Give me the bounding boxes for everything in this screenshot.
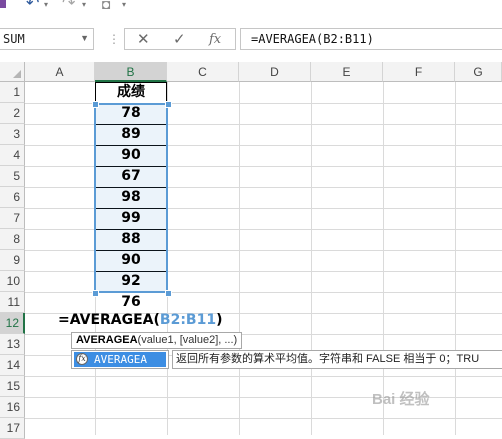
row-header-8[interactable]: 8	[0, 229, 25, 250]
autocomplete-item-averagea[interactable]: fx AVERAGEA	[74, 352, 166, 367]
quick-access-toolbar: ↶ ▾ ↷ ▾ ◘ ▾	[0, 0, 502, 14]
cancel-icon[interactable]: ✕	[137, 30, 150, 48]
cell-b11[interactable]: 76	[96, 292, 166, 313]
name-box-value: SUM	[3, 32, 25, 46]
autocomplete-item-label: AVERAGEA	[94, 353, 147, 366]
edit-formula-reference: B2:B11	[159, 312, 217, 328]
row-header-17[interactable]: 17	[0, 418, 25, 439]
cell-edit-formula[interactable]: =AVERAGEA(B2:B11)	[58, 311, 223, 329]
save-icon[interactable]	[0, 0, 6, 8]
watermark: Bai 经验	[372, 391, 430, 408]
row-header-9[interactable]: 9	[0, 250, 25, 271]
redo-dropdown-icon[interactable]: ▾	[82, 0, 86, 9]
tooltip-arguments: (value1, [value2], ...)	[137, 334, 238, 346]
row-header-1[interactable]: 1	[0, 82, 25, 103]
column-header-g[interactable]: G	[455, 62, 502, 82]
cell-b7[interactable]: 99	[96, 208, 166, 229]
grip-icon[interactable]: ⋮	[108, 32, 120, 46]
row-header-15[interactable]: 15	[0, 376, 25, 397]
undo-icon[interactable]: ↶	[26, 0, 39, 14]
customize-dropdown-icon[interactable]: ▾	[122, 0, 126, 9]
row-header-5[interactable]: 5	[0, 166, 25, 187]
cell-b3[interactable]: 89	[96, 124, 166, 145]
range-handle[interactable]	[165, 101, 172, 108]
select-all-icon	[13, 70, 21, 78]
row-header-4[interactable]: 4	[0, 145, 25, 166]
cell-b4[interactable]: 90	[96, 145, 166, 166]
undo-dropdown-icon[interactable]: ▾	[44, 0, 48, 9]
row-header-12[interactable]: 12	[0, 313, 25, 334]
function-autocomplete-list: fx AVERAGEA	[71, 350, 169, 369]
row-header-3[interactable]: 3	[0, 124, 25, 145]
range-handle[interactable]	[165, 290, 172, 297]
function-description-tooltip: 返回所有参数的算术平均值。字符串和 FALSE 相当于 0；TRU	[172, 350, 502, 369]
row-header-10[interactable]: 10	[0, 271, 25, 292]
cell-b8[interactable]: 88	[96, 229, 166, 250]
formula-input[interactable]: =AVERAGEA(B2:B11)	[240, 28, 502, 50]
cell-b1-header[interactable]: 成绩	[96, 82, 166, 103]
formula-bar: SUM ▼ ⋮ ✕ ✓ fx =AVERAGEA(B2:B11)	[0, 24, 502, 54]
insert-function-icon[interactable]: fx	[209, 32, 221, 47]
edit-formula-prefix: =AVERAGEA(	[58, 312, 160, 328]
cell-b5[interactable]: 67	[96, 166, 166, 187]
formula-buttons: ✕ ✓ fx	[124, 28, 236, 50]
column-header-a[interactable]: A	[25, 62, 95, 82]
column-header-c[interactable]: C	[167, 62, 239, 82]
row-header-13[interactable]: 13	[0, 334, 25, 355]
edit-formula-suffix: )	[216, 312, 223, 328]
cell-b2[interactable]: 78	[96, 103, 166, 124]
column-header-f[interactable]: F	[383, 62, 455, 82]
cell-b6[interactable]: 98	[96, 187, 166, 208]
worksheet-grid[interactable]: A B C D E F G 1 2 3 4 5 6 7 8 9 10 11 12…	[0, 62, 502, 439]
function-icon: fx	[76, 353, 88, 365]
function-signature-tooltip[interactable]: AVERAGEA(value1, [value2], ...)	[71, 332, 243, 349]
select-all-button[interactable]	[0, 62, 25, 82]
tooltip-function-name[interactable]: AVERAGEA	[76, 334, 138, 346]
camera-icon[interactable]: ◘	[102, 0, 110, 14]
row-header-6[interactable]: 6	[0, 187, 25, 208]
cell-b10[interactable]: 92	[96, 271, 166, 292]
row-header-14[interactable]: 14	[0, 355, 25, 376]
enter-icon[interactable]: ✓	[173, 30, 186, 48]
column-header-d[interactable]: D	[239, 62, 311, 82]
row-header-16[interactable]: 16	[0, 397, 25, 418]
cell-b9[interactable]: 90	[96, 250, 166, 271]
row-header-7[interactable]: 7	[0, 208, 25, 229]
name-box[interactable]: SUM ▼	[0, 28, 94, 50]
column-header-e[interactable]: E	[311, 62, 383, 82]
row-header-11[interactable]: 11	[0, 292, 25, 313]
row-header-2[interactable]: 2	[0, 103, 25, 124]
column-header-b[interactable]: B	[95, 62, 167, 82]
redo-icon[interactable]: ↷	[62, 0, 75, 14]
chevron-down-icon[interactable]: ▼	[80, 33, 89, 43]
